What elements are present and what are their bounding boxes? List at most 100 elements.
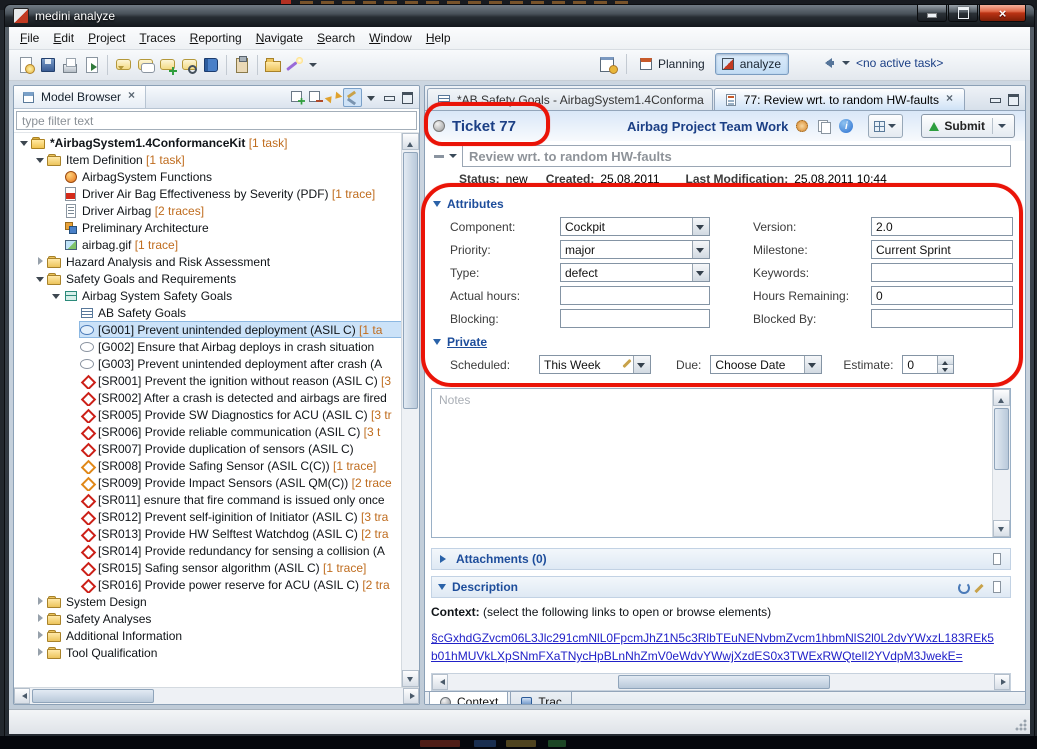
refresh-icon[interactable]	[325, 89, 342, 106]
export-icon[interactable]	[82, 55, 102, 75]
refresh-icon[interactable]	[956, 580, 970, 594]
stepper-up-icon[interactable]	[938, 356, 953, 365]
toolbar-dropdown-icon[interactable]	[308, 55, 318, 75]
tree-item[interactable]: [SR014] Provide redundancy for sensing a…	[14, 542, 402, 559]
scroll-up-icon[interactable]	[402, 133, 419, 150]
tab-context[interactable]: Context	[429, 692, 508, 705]
menu-project[interactable]: Project	[81, 29, 132, 47]
twistie-closed-icon[interactable]	[34, 644, 47, 661]
perspective-planning[interactable]: Planning	[634, 54, 712, 74]
copy-icon[interactable]	[816, 118, 832, 134]
minimize-view-icon[interactable]	[381, 89, 398, 106]
tree-item[interactable]: System Design	[14, 593, 402, 610]
submit-button[interactable]: Submit	[921, 114, 1015, 138]
attachments-section-header[interactable]: Attachments (0)	[431, 548, 1011, 570]
tree-item[interactable]: [SR006] Provide reliable communication (…	[14, 423, 402, 440]
menu-help[interactable]: Help	[419, 29, 458, 47]
back-dropdown-icon[interactable]	[842, 59, 851, 68]
scroll-thumb[interactable]	[618, 675, 830, 689]
save-icon[interactable]	[38, 55, 58, 75]
open-perspective-icon[interactable]	[598, 54, 618, 74]
estimate-stepper[interactable]: 0	[902, 355, 954, 374]
resize-grip[interactable]	[1014, 718, 1028, 732]
new-comment-icon[interactable]	[113, 55, 133, 75]
version-field[interactable]: 2.0	[871, 217, 1013, 236]
scheduled-combo[interactable]: This Week	[539, 355, 651, 374]
tree-item[interactable]: Driver Airbag [2 traces]	[14, 202, 402, 219]
combo-dropdown-icon[interactable]	[692, 264, 709, 281]
keywords-field[interactable]	[871, 263, 1013, 282]
blocking-field[interactable]	[560, 309, 710, 328]
tree-item[interactable]: Safety Analyses	[14, 610, 402, 627]
scroll-left-icon[interactable]	[432, 674, 448, 690]
tree-item[interactable]: AB Safety Goals	[14, 304, 402, 321]
actual-hours-field[interactable]	[560, 286, 710, 305]
search-notes-icon[interactable]	[179, 55, 199, 75]
tree-item[interactable]: Airbag System Safety Goals	[14, 287, 402, 304]
print-icon[interactable]	[60, 55, 80, 75]
info-icon[interactable]	[838, 118, 854, 134]
combo-dropdown-icon[interactable]	[692, 241, 709, 258]
scroll-right-icon[interactable]	[403, 688, 419, 704]
tree-item[interactable]: [SR001] Prevent the ignition without rea…	[14, 372, 402, 389]
twistie-closed-icon[interactable]	[34, 627, 47, 644]
tree-item[interactable]: [G002] Ensure that Airbag deploys in cra…	[14, 338, 402, 355]
summary-field[interactable]: Review wrt. to random HW-faults	[462, 145, 1011, 167]
editor-tab-ticket-77[interactable]: 77: Review wrt. to random HW-faults	[714, 88, 965, 110]
editor-tab-ab-safety-goals[interactable]: *AB Safety Goals - AirbagSystem1.4Confor…	[427, 88, 713, 110]
tree-item[interactable]: [SR016] Provide power reserve for ACU (A…	[14, 576, 402, 593]
twistie-closed-icon[interactable]	[34, 253, 47, 270]
model-browser-tab[interactable]: Model Browser	[14, 86, 146, 108]
twistie-open-icon[interactable]	[34, 151, 47, 168]
tree-item[interactable]: Item Definition [1 task]	[14, 151, 402, 168]
minimize-button[interactable]	[917, 5, 947, 22]
hours-remaining-field[interactable]: 0	[871, 286, 1013, 305]
maximize-editor-icon[interactable]	[1005, 91, 1021, 107]
tree-item[interactable]: [SR012] Prevent self-iginition of Initia…	[14, 508, 402, 525]
tab-trac[interactable]: Trac	[510, 692, 572, 705]
maximize-view-icon[interactable]	[399, 89, 416, 106]
open-element-icon[interactable]	[263, 55, 283, 75]
menu-search[interactable]: Search	[310, 29, 362, 47]
menu-edit[interactable]: Edit	[46, 29, 81, 47]
scroll-track[interactable]	[448, 674, 994, 690]
tree-item[interactable]: *AirbagSystem1.4ConformanceKit [1 task]	[14, 134, 402, 151]
menu-navigate[interactable]: Navigate	[249, 29, 310, 47]
maximize-button[interactable]	[948, 5, 978, 22]
scroll-track[interactable]	[402, 150, 419, 670]
scroll-up-icon[interactable]	[993, 389, 1010, 406]
blocked-by-field[interactable]	[871, 309, 1013, 328]
tree-item[interactable]: airbag.gif [1 trace]	[14, 236, 402, 253]
twistie-closed-icon[interactable]	[34, 610, 47, 627]
tree-item[interactable]: [SR005] Provide SW Diagnostics for ACU (…	[14, 406, 402, 423]
tree-item[interactable]: Safety Goals and Requirements	[14, 270, 402, 287]
tree-item[interactable]: [SR008] Provide Safing Sensor (ASIL C(C)…	[14, 457, 402, 474]
book-icon[interactable]	[201, 55, 221, 75]
edit-icon[interactable]	[973, 580, 987, 594]
combo-dropdown-icon[interactable]	[692, 218, 709, 235]
comments-icon[interactable]	[135, 55, 155, 75]
link-with-editor-icon[interactable]	[343, 88, 362, 107]
tree-item[interactable]: Preliminary Architecture	[14, 219, 402, 236]
edit-pencil-icon[interactable]	[621, 356, 633, 370]
type-field[interactable]: defect	[560, 263, 710, 282]
private-section-header[interactable]: Private	[425, 332, 1025, 352]
description-horizontal-scrollbar[interactable]	[431, 673, 1011, 691]
description-section-header[interactable]: Description	[431, 576, 1011, 598]
page-icon[interactable]	[990, 580, 1004, 594]
attributes-section-header[interactable]: Attributes	[425, 194, 1025, 214]
stepper-down-icon[interactable]	[938, 365, 953, 373]
tree-item[interactable]: Tool Qualification	[14, 644, 402, 661]
tree-vertical-scrollbar[interactable]	[401, 133, 419, 687]
tree-item[interactable]: [SR013] Provide HW Selftest Watchdog (AS…	[14, 525, 402, 542]
due-combo[interactable]: Choose Date	[710, 355, 822, 374]
scroll-right-icon[interactable]	[994, 674, 1010, 690]
menu-file[interactable]: File	[13, 29, 46, 47]
tree-item[interactable]: [SR009] Provide Impact Sensors (ASIL QM(…	[14, 474, 402, 491]
chevron-down-icon[interactable]	[449, 152, 458, 161]
scroll-thumb[interactable]	[403, 152, 418, 409]
minimize-editor-icon[interactable]	[987, 91, 1003, 107]
tree-item[interactable]: AirbagSystem Functions	[14, 168, 402, 185]
milestone-field[interactable]: Current Sprint	[871, 240, 1013, 259]
trace-wizard-icon[interactable]	[285, 55, 305, 75]
